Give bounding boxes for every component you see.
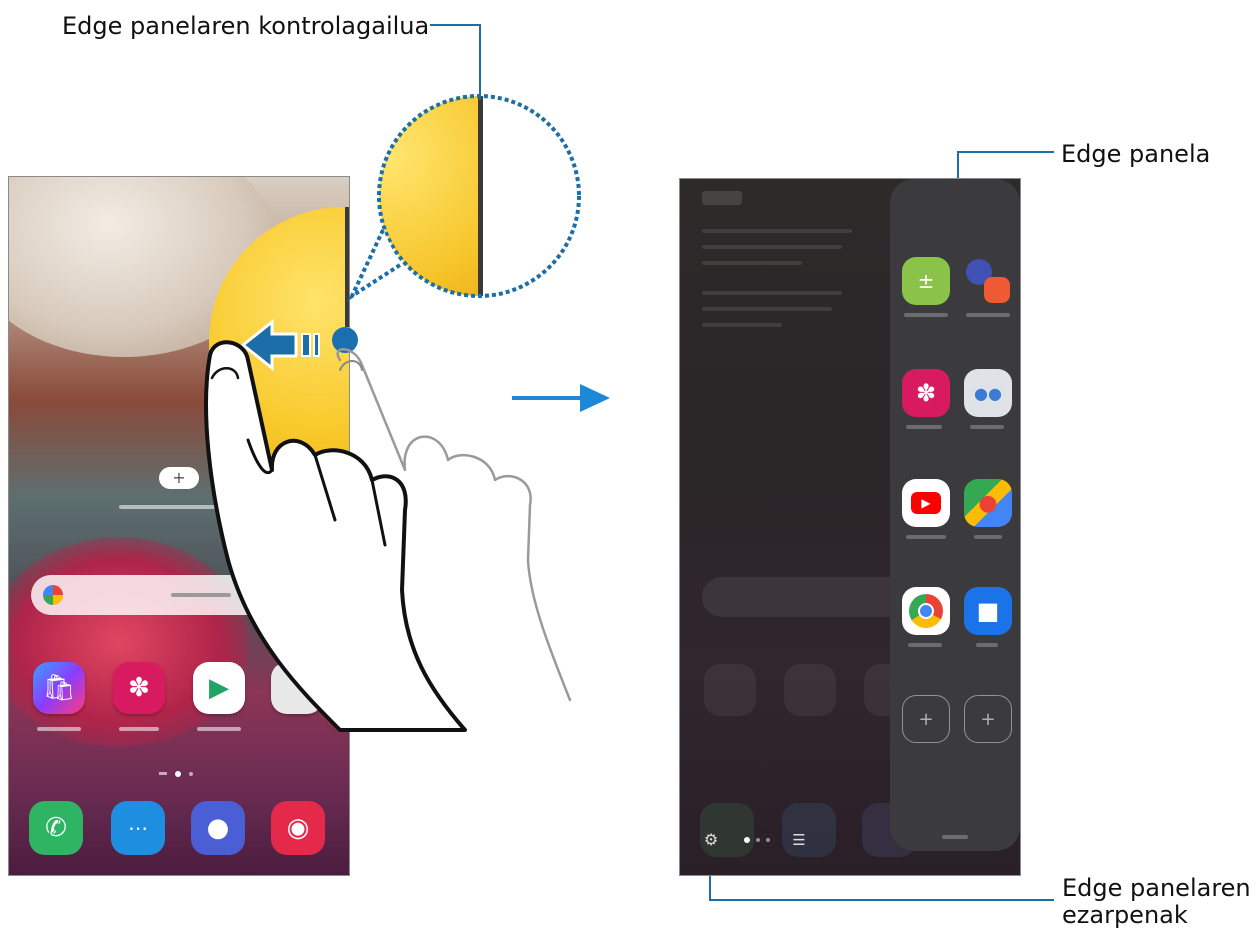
app-label — [119, 727, 159, 731]
shopping-bag-icon[interactable]: 🛍 — [33, 662, 85, 714]
search-placeholder-line — [171, 593, 231, 597]
weather-widget-text — [119, 505, 249, 509]
transition-arrow — [512, 384, 610, 412]
duo-icon[interactable]: ■ — [964, 587, 1012, 635]
internet-notes-icon[interactable] — [964, 257, 1012, 305]
edge-handle-strip — [345, 207, 349, 327]
camera-icon[interactable]: ◉ — [271, 801, 325, 855]
magnified-edge-handle — [478, 96, 483, 296]
panel-app-label — [966, 313, 1010, 317]
panel-app-label — [904, 313, 948, 317]
settings-gear-icon[interactable]: ⚙ — [702, 831, 720, 849]
youtube-icon[interactable]: ▶ — [902, 479, 950, 527]
magnifier-pointer — [347, 229, 402, 302]
panel-app-label — [908, 643, 942, 647]
panel-list-icon[interactable]: ☰ — [790, 831, 808, 849]
folder-icon[interactable]: ●● — [964, 369, 1012, 417]
right-phone-screen: ⚙ ☰ ± ✽ ●● ▶ ● ■ + + — [679, 178, 1021, 876]
flower-icon[interactable]: ✽ — [113, 662, 165, 714]
dim-app-row — [704, 664, 756, 716]
controller-callout-line — [430, 24, 481, 100]
dim-text-line — [702, 307, 832, 311]
panel-callout-label: Edge panela — [1061, 140, 1211, 168]
search-bar[interactable] — [31, 575, 331, 615]
add-app-button[interactable]: + — [964, 695, 1012, 743]
panel-app-label — [906, 535, 946, 539]
phone-icon[interactable]: ✆ — [29, 801, 83, 855]
chrome-icon[interactable] — [902, 587, 950, 635]
panel-app-label — [906, 425, 942, 429]
panel-edit-label — [942, 835, 968, 839]
panel-app-label — [974, 535, 1002, 539]
dim-text-line — [702, 323, 782, 327]
messages-icon[interactable]: ⋯ — [111, 801, 165, 855]
settings-callout-label: Edge panelaren ezarpenak — [1062, 875, 1251, 929]
dim-title — [702, 191, 742, 205]
dim-text-line — [702, 245, 842, 249]
calculator-icon[interactable]: ± — [902, 257, 950, 305]
edge-panel: ± ✽ ●● ▶ ● ■ + + — [890, 179, 1020, 851]
app-label — [37, 727, 81, 731]
settings-callout-line1: Edge panelaren — [1062, 874, 1251, 902]
maps-icon[interactable]: ● — [964, 479, 1012, 527]
settings-callout-line2: ezarpenak — [1062, 901, 1188, 929]
google-g-icon — [43, 585, 63, 605]
left-phone-screen: + 🛍 ✽ ▶ ✆ ⋯ ● ◉ — [8, 176, 350, 876]
panel-app-label — [976, 643, 998, 647]
gallery-icon[interactable]: ✽ — [902, 369, 950, 417]
weather-widget-icon: + — [159, 467, 199, 489]
dim-text-line — [702, 261, 802, 265]
app-label — [197, 727, 241, 731]
panel-app-label — [970, 425, 1004, 429]
dim-app-row — [784, 664, 836, 716]
wallpaper-red-ribbon — [9, 537, 249, 747]
dim-text-line — [702, 291, 842, 295]
panel-page-indicator — [744, 837, 774, 843]
play-store-icon[interactable]: ▶ — [193, 662, 245, 714]
controller-callout-label: Edge panelaren kontrolagailua — [62, 12, 430, 40]
google-folder-icon[interactable] — [271, 662, 323, 714]
dim-text-line — [702, 229, 852, 233]
page-indicator — [159, 771, 199, 777]
internet-icon[interactable]: ● — [191, 801, 245, 855]
add-app-button[interactable]: + — [902, 695, 950, 743]
